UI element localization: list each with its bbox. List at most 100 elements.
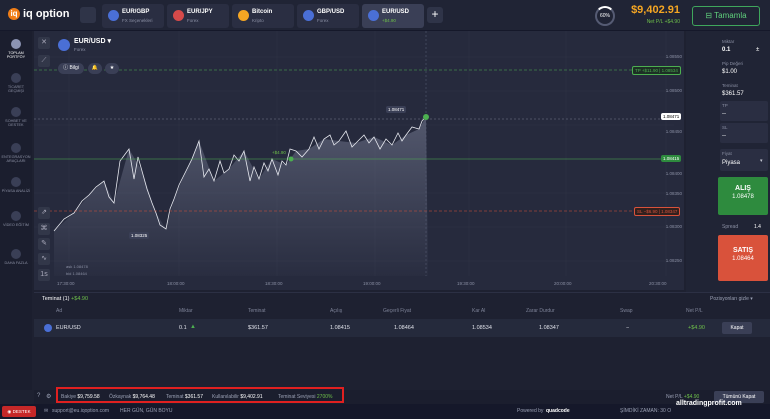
nav-tools[interactable]: ENTEGRASYON ARAÇLARI bbox=[0, 143, 32, 163]
margin-value: $361.57 bbox=[722, 91, 744, 97]
margin-level-summary: Teminat Seviyesi 2700% bbox=[278, 394, 333, 400]
y-tick: 1.08350 bbox=[665, 191, 682, 196]
bid-label: bid 1.08464 bbox=[66, 271, 87, 276]
bitcoin-icon bbox=[238, 10, 249, 21]
balance-display[interactable]: $9,402.91 Net P/L +$4.90 bbox=[620, 4, 680, 28]
hide-positions-button[interactable]: Pozisyonları gizle ▾ bbox=[710, 296, 753, 302]
x-tick: 18:00:00 bbox=[167, 281, 185, 286]
flag-icon bbox=[173, 10, 184, 21]
column-header[interactable]: Zarar Durdur bbox=[526, 308, 555, 314]
tab-eur-usd[interactable]: EUR/USD +$4.90 bbox=[362, 4, 424, 28]
high-price-label: 1.08471 bbox=[386, 106, 407, 113]
asset-selector[interactable]: EUR/USD ▾ Forex bbox=[74, 37, 111, 52]
column-header[interactable]: Net P/L bbox=[686, 308, 703, 314]
portfolio-icon bbox=[11, 39, 21, 49]
left-sidebar: TOPLAM PORTFÖY TİCARET GEÇMİŞİ SOHBET VE… bbox=[0, 31, 32, 390]
amount-label: Miktar bbox=[722, 39, 735, 44]
flag-icon bbox=[303, 10, 314, 21]
video-icon bbox=[11, 211, 21, 221]
spread-value: 1.4 bbox=[754, 224, 761, 230]
column-header[interactable]: Teminat bbox=[248, 308, 266, 314]
column-header[interactable]: Geçerli Fiyat bbox=[383, 308, 411, 314]
nav-analysis[interactable]: PİYASA ANALİZİ bbox=[0, 177, 32, 193]
price-type-select[interactable]: Fiyat Piyasa ▾ bbox=[720, 149, 768, 171]
close-position-button[interactable]: Kapat bbox=[722, 322, 752, 334]
alert-icon[interactable]: 🔔 bbox=[88, 63, 102, 74]
logo[interactable]: iq iq option bbox=[8, 8, 69, 21]
indicator-icon[interactable]: ⇗ bbox=[38, 207, 50, 219]
x-tick: 17:30:00 bbox=[57, 281, 75, 286]
column-header[interactable]: Kar Al bbox=[472, 308, 485, 314]
timeframe-button[interactable]: 1s bbox=[38, 269, 50, 281]
nav-history[interactable]: TİCARET GEÇMİŞİ bbox=[0, 73, 32, 93]
sl-field[interactable]: SL -- bbox=[720, 123, 768, 143]
nav-portfolio[interactable]: TOPLAM PORTFÖY bbox=[0, 39, 32, 59]
sl-tag[interactable]: SL −$6.90 | 1.08347 bbox=[634, 207, 681, 216]
add-tab-button[interactable]: + bbox=[427, 7, 443, 23]
column-header[interactable]: Swap bbox=[620, 308, 633, 314]
level-indicator[interactable]: 60% bbox=[595, 6, 615, 26]
settings-icon[interactable]: ⚙ bbox=[46, 393, 51, 400]
logo-icon: iq bbox=[8, 8, 20, 21]
nav-more[interactable]: DAHA FAZLA bbox=[0, 249, 32, 265]
chart-type-icon[interactable]: ⌘ bbox=[38, 223, 50, 235]
support-email[interactable]: support@eu.iqoption.com bbox=[52, 408, 109, 414]
y-tick: 1.08550 bbox=[665, 54, 682, 59]
x-tick: 20:30:00 bbox=[649, 281, 667, 286]
tab-bitcoin[interactable]: Bitcoin Kripto bbox=[232, 4, 294, 28]
y-tick: 1.08450 bbox=[665, 129, 682, 134]
tab-eur-gbp[interactable]: EUR/GBP FX Seçenekleri bbox=[102, 4, 164, 28]
margin-summary: Teminat $361.57 bbox=[166, 394, 203, 400]
balance-summary: Bakiye $9,759.58 bbox=[61, 394, 100, 400]
current-price-tag: 1.08471 bbox=[661, 113, 682, 120]
nav-video[interactable]: VİDEO EĞİTİM bbox=[0, 211, 32, 227]
tab-eur-jpy[interactable]: EUR/JPY Forex bbox=[167, 4, 229, 28]
equity-summary: Özkaynak $9,764.48 bbox=[109, 394, 155, 400]
wave-icon[interactable]: ∿ bbox=[38, 253, 50, 265]
tools-icon bbox=[11, 143, 21, 153]
table-row[interactable]: EUR/USD 0.1 ▲ $361.57 1.08415 1.08464 1.… bbox=[34, 319, 770, 337]
info-button[interactable]: ⓘ Bilgi bbox=[58, 63, 84, 74]
column-header[interactable]: Miktar bbox=[179, 308, 193, 314]
powered-by-label: Powered by bbox=[517, 408, 544, 414]
open-price-tag: 1.08415 bbox=[661, 155, 682, 162]
pip-label: Pip Değeri bbox=[722, 61, 744, 66]
buy-button[interactable]: ALIŞ 1.08478 bbox=[718, 177, 768, 215]
grid-menu-button[interactable] bbox=[80, 7, 96, 23]
tp-tag[interactable]: TP +$11.90 | 1.08534 bbox=[632, 66, 681, 75]
pencil-icon[interactable]: ✎ bbox=[38, 238, 50, 250]
analysis-icon bbox=[11, 177, 21, 187]
tp-field[interactable]: TP -- bbox=[720, 101, 768, 121]
draw-line-icon[interactable]: ⟋ bbox=[38, 55, 50, 67]
top-bar: iq iq option EUR/GBP FX Seçenekleri EUR/JP… bbox=[0, 0, 770, 31]
y-tick: 1.08300 bbox=[665, 224, 682, 229]
nav-chat[interactable]: SOHBET VE DESTEK bbox=[0, 107, 32, 127]
positions-title[interactable]: Teminat (1) +$4.90 bbox=[42, 296, 88, 302]
deposit-button[interactable]: ⊟ Tamamla bbox=[692, 6, 760, 26]
sell-button[interactable]: SATIŞ 1.08464 bbox=[718, 235, 768, 281]
chevron-down-icon: ▾ bbox=[107, 38, 111, 45]
available-summary: Kullanılabilir $9,402.91 bbox=[212, 394, 263, 400]
tab-gbp-usd[interactable]: GBP/USD Forex bbox=[297, 4, 359, 28]
column-header[interactable]: Ad bbox=[56, 308, 62, 314]
amount-input[interactable]: 0.1 bbox=[722, 47, 730, 53]
margin-label: Teminat bbox=[722, 83, 738, 88]
x-tick: 18:30:00 bbox=[265, 281, 283, 286]
footer: ◉ DESTEK ✉ support@eu.iqoption.com HER G… bbox=[0, 400, 770, 419]
ask-label: ask 1.08478 bbox=[66, 264, 88, 269]
positions-panel: Teminat (1) +$4.90 Pozisyonları gizle ▾ … bbox=[34, 292, 770, 390]
plus-minus-icon[interactable]: ± bbox=[756, 47, 759, 53]
star-icon[interactable]: ★ bbox=[105, 63, 119, 74]
price-chart[interactable]: ✕ ⟋ EUR/USD ▾ Forex ⓘ Bilgi 🔔 ★ ⇗ ⌘ ✎ ∿ 1… bbox=[34, 31, 684, 290]
current-time: ŞİMDİKİ ZAMAN: 30 O bbox=[620, 408, 672, 414]
watermark: alltradingprofit.com bbox=[676, 400, 742, 407]
help-icon[interactable]: ? bbox=[37, 393, 40, 399]
close-chart-button[interactable]: ✕ bbox=[38, 37, 50, 49]
support-button[interactable]: ◉ DESTEK bbox=[2, 406, 36, 417]
chevron-down-icon: ▾ bbox=[760, 158, 763, 164]
arrow-up-icon: ▲ bbox=[190, 324, 196, 330]
y-tick: 1.08500 bbox=[665, 88, 682, 93]
column-header[interactable]: Açılış bbox=[330, 308, 342, 314]
low-price-label: 1.08325 bbox=[129, 232, 150, 239]
pip-value: $1.00 bbox=[722, 69, 738, 75]
